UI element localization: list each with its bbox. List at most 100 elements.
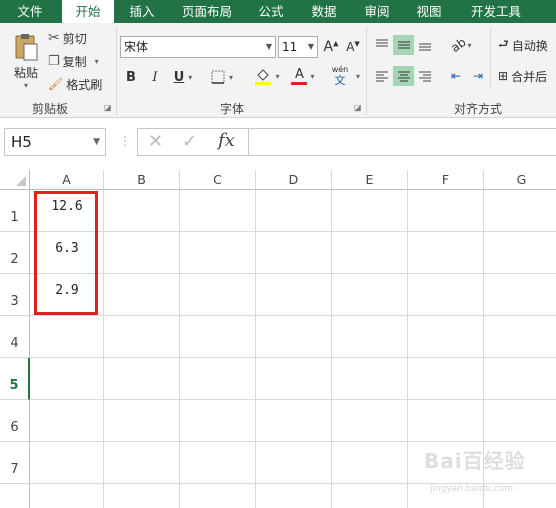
align-left-icon bbox=[376, 71, 388, 82]
row-number: 7 bbox=[10, 462, 19, 477]
cut-label: 剪切 bbox=[62, 31, 87, 46]
increase-indent-button[interactable]: ⇥ bbox=[468, 66, 488, 86]
gridline bbox=[179, 190, 180, 508]
row-header-5[interactable]: 5 bbox=[0, 358, 30, 400]
underline-label: U bbox=[173, 69, 185, 85]
fill-color-button[interactable]: ▾ bbox=[250, 65, 284, 87]
watermark-text: Bai百经验 bbox=[424, 449, 526, 473]
copy-button[interactable]: ❐ 复制 ▾ bbox=[48, 52, 110, 70]
formula-input[interactable] bbox=[249, 128, 556, 156]
increase-indent-icon: ⇥ bbox=[472, 69, 484, 83]
font-name-value: 宋体 bbox=[124, 40, 149, 54]
formula-bar-grip-icon: ⋮ bbox=[119, 134, 131, 148]
font-launcher-icon[interactable]: ◪ bbox=[354, 103, 362, 112]
clipboard-launcher-icon[interactable]: ◪ bbox=[104, 103, 112, 112]
row-header-2[interactable]: 2 bbox=[0, 232, 30, 274]
decrease-indent-button[interactable]: ⇤ bbox=[446, 66, 466, 86]
alignment-group-label: 对齐方式 bbox=[454, 102, 503, 116]
row-number: 5 bbox=[9, 378, 19, 393]
column-header-b[interactable]: B bbox=[104, 170, 180, 190]
column-header-a[interactable]: A bbox=[30, 170, 104, 190]
merge-icon: ⊞ bbox=[498, 69, 509, 83]
format-painter-button[interactable]: 🖌 格式刷 bbox=[48, 75, 108, 93]
ribbon-tab-bar: 文件 开始 插入 页面布局 公式 数据 审阅 视图 开发工具 bbox=[0, 0, 556, 23]
merge-label: 合并后 bbox=[511, 69, 548, 84]
paste-button[interactable]: 粘贴 ▾ bbox=[6, 29, 46, 93]
gridline bbox=[407, 190, 408, 508]
orientation-icon: ab bbox=[447, 34, 469, 56]
align-right-button[interactable] bbox=[415, 66, 435, 86]
tab-developer[interactable]: 开发工具 bbox=[460, 0, 532, 23]
group-divider bbox=[116, 27, 117, 115]
row-header-1[interactable]: 1 bbox=[0, 190, 30, 232]
row-number: 3 bbox=[10, 294, 19, 309]
column-header-g[interactable]: G bbox=[484, 170, 556, 190]
align-top-button[interactable] bbox=[372, 35, 392, 55]
font-size-select[interactable]: 11 ▼ bbox=[278, 36, 318, 58]
font-size-value: 11 bbox=[282, 40, 298, 54]
font-color-swatch bbox=[291, 81, 308, 85]
align-middle-button[interactable] bbox=[393, 35, 414, 55]
paste-icon bbox=[15, 34, 38, 61]
chevron-down-icon: ▾ bbox=[228, 72, 233, 82]
increase-font-size-button[interactable]: A▲ bbox=[322, 37, 340, 57]
cut-button[interactable]: ✂ 剪切 bbox=[48, 29, 98, 47]
borders-button[interactable]: ▾ bbox=[204, 67, 240, 87]
italic-button[interactable]: I bbox=[146, 67, 164, 87]
align-left-button[interactable] bbox=[372, 66, 392, 86]
wrap-text-button[interactable]: ⮐ 自动换 bbox=[498, 35, 556, 55]
orientation-button[interactable]: ab ▾ bbox=[446, 35, 476, 55]
tab-insert[interactable]: 插入 bbox=[117, 0, 167, 23]
wrap-text-label: 自动换 bbox=[511, 38, 548, 53]
tab-view[interactable]: 视图 bbox=[406, 0, 452, 23]
scissors-icon: ✂ bbox=[48, 30, 60, 46]
merge-center-button[interactable]: ⊞ 合并后 bbox=[498, 66, 556, 86]
tab-review[interactable]: 审阅 bbox=[354, 0, 400, 23]
decrease-indent-icon: ⇤ bbox=[450, 69, 462, 83]
select-all-corner[interactable] bbox=[0, 170, 30, 190]
column-header-c[interactable]: C bbox=[180, 170, 256, 190]
row-header-4[interactable]: 4 bbox=[0, 316, 30, 358]
underline-button[interactable]: U ▾ bbox=[168, 67, 198, 87]
insert-function-button[interactable]: fx bbox=[218, 130, 235, 151]
phonetic-char: 文 bbox=[334, 74, 346, 87]
row-header-7[interactable]: 7 bbox=[0, 442, 30, 484]
gridline bbox=[331, 190, 332, 508]
enter-check-icon[interactable]: ✓ bbox=[182, 131, 197, 152]
align-center-button[interactable] bbox=[393, 66, 414, 86]
tab-formulas[interactable]: 公式 bbox=[248, 0, 294, 23]
align-middle-icon bbox=[397, 41, 410, 49]
column-header-f[interactable]: F bbox=[408, 170, 484, 190]
align-bottom-icon bbox=[419, 43, 431, 51]
tab-page-layout[interactable]: 页面布局 bbox=[172, 0, 242, 23]
bold-button[interactable]: B bbox=[122, 67, 140, 87]
row-header-3[interactable]: 3 bbox=[0, 274, 30, 316]
align-bottom-button[interactable] bbox=[415, 35, 435, 55]
chevron-down-icon: ▼ bbox=[93, 137, 100, 147]
tab-home[interactable]: 开始 bbox=[62, 0, 114, 23]
font-color-button[interactable]: A ▾ bbox=[286, 65, 320, 87]
decrease-font-icon: A▼ bbox=[346, 40, 360, 54]
row-number: 4 bbox=[10, 336, 19, 351]
name-box[interactable]: H5 ▼ bbox=[4, 128, 106, 156]
cancel-icon[interactable]: ✕ bbox=[148, 131, 163, 152]
tab-data[interactable]: 数据 bbox=[300, 0, 348, 23]
font-color-glyph: A bbox=[295, 66, 304, 82]
wrap-text-icon: ⮐ bbox=[498, 36, 509, 51]
font-name-select[interactable]: 宋体 ▼ bbox=[120, 36, 276, 58]
tab-file[interactable]: 文件 bbox=[0, 0, 60, 23]
gridline bbox=[30, 357, 556, 358]
row-header-8[interactable] bbox=[0, 484, 30, 508]
chevron-down-icon: ▾ bbox=[188, 72, 193, 82]
column-header-d[interactable]: D bbox=[256, 170, 332, 190]
select-all-icon bbox=[16, 176, 26, 186]
row-number: 6 bbox=[10, 420, 19, 435]
phonetic-guide-button[interactable]: wén 文 bbox=[328, 63, 352, 89]
format-painter-label: 格式刷 bbox=[66, 77, 103, 92]
chevron-down-icon[interactable]: ▾ bbox=[354, 69, 362, 83]
name-box-value: H5 bbox=[11, 133, 32, 151]
row-header-6[interactable]: 6 bbox=[0, 400, 30, 442]
decrease-font-size-button[interactable]: A▼ bbox=[344, 37, 362, 57]
gridline bbox=[30, 399, 556, 400]
column-header-e[interactable]: E bbox=[332, 170, 408, 190]
